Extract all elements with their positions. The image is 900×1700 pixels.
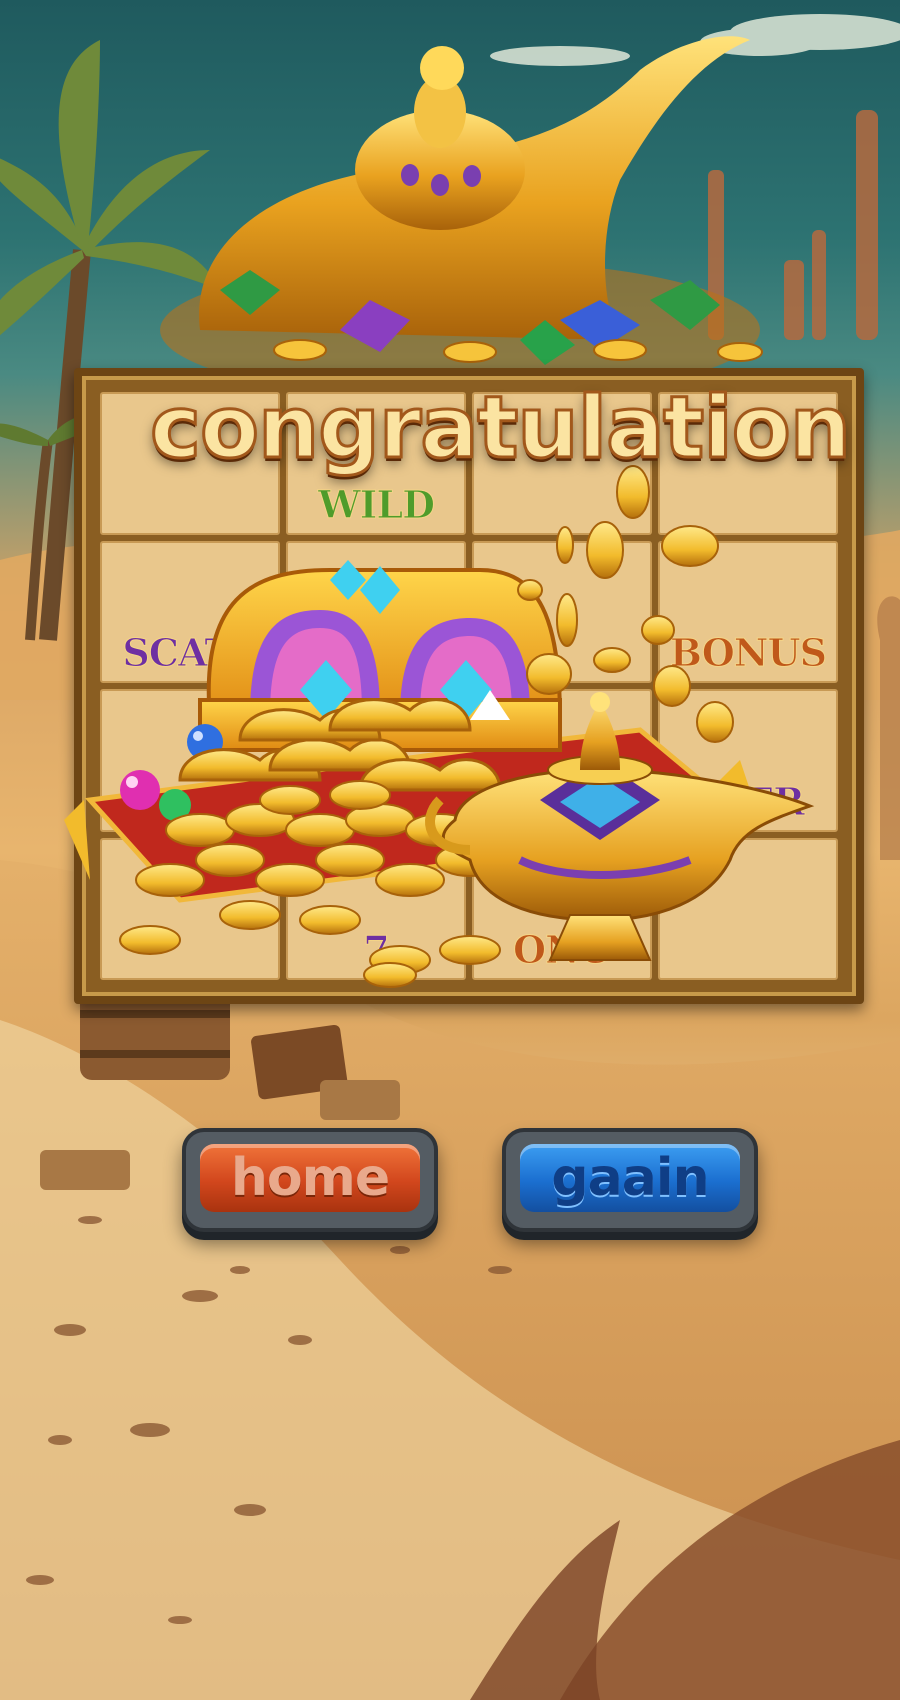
home-button[interactable]: home	[182, 1128, 438, 1232]
congratulation-title: congratulation	[149, 377, 853, 480]
home-button-label: home	[230, 1148, 390, 1208]
play-again-button[interactable]: gaain	[502, 1128, 758, 1232]
game-screen: WILD SCATT BONUS TTER 7 ONU	[0, 0, 900, 1700]
home-button-face[interactable]: home	[200, 1144, 420, 1212]
play-again-button-label: gaain	[551, 1148, 709, 1208]
treasure-art	[64, 465, 815, 988]
play-again-button-face[interactable]: gaain	[520, 1144, 740, 1212]
